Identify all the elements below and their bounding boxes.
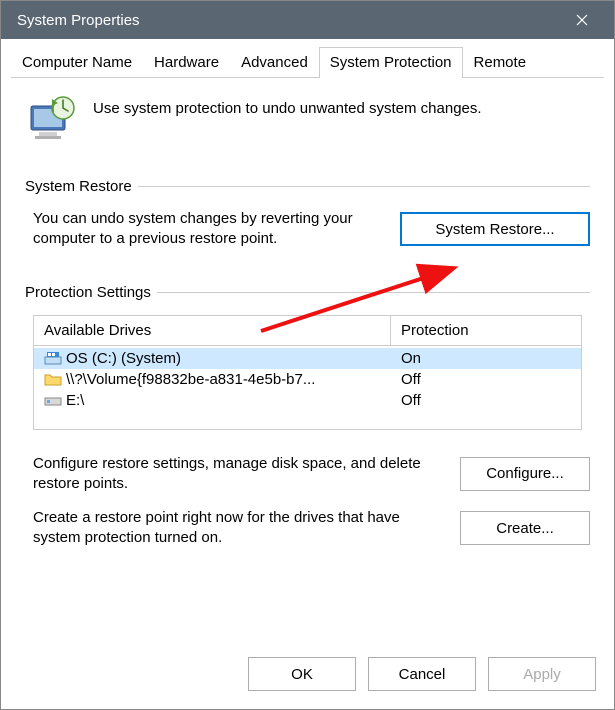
close-icon <box>576 14 588 26</box>
create-restore-point-button[interactable]: Create... <box>460 511 590 545</box>
drive-name: \\?\Volume{f98832be-a831-4e5b-b7... <box>66 371 315 388</box>
drive-name: OS (C:) (System) <box>66 350 181 367</box>
tab-hardware[interactable]: Hardware <box>143 47 230 77</box>
system-protection-icon <box>25 96 77 142</box>
cancel-button[interactable]: Cancel <box>368 657 476 691</box>
drives-table: Available Drives Protection OS (C:) (Sys… <box>33 315 582 430</box>
system-restore-group-label: System Restore <box>25 178 138 195</box>
drive-protection-status: Off <box>391 369 581 390</box>
column-header-drives[interactable]: Available Drives <box>34 316 391 345</box>
configure-desc: Configure restore settings, manage disk … <box>33 454 442 495</box>
drive-row[interactable]: E:\ Off <box>34 390 581 411</box>
close-button[interactable] <box>560 1 604 39</box>
create-restore-desc: Create a restore point right now for the… <box>33 508 442 549</box>
tab-strip: Computer Name Hardware Advanced System P… <box>11 47 604 78</box>
protection-settings-group-label: Protection Settings <box>25 284 157 301</box>
ok-button[interactable]: OK <box>248 657 356 691</box>
system-restore-button[interactable]: System Restore... <box>400 212 590 246</box>
protection-settings-group: Protection Settings Available Drives Pro… <box>25 284 590 549</box>
configure-button[interactable]: Configure... <box>460 457 590 491</box>
tab-remote[interactable]: Remote <box>463 47 538 77</box>
apply-button[interactable]: Apply <box>488 657 596 691</box>
system-restore-group: System Restore You can undo system chang… <box>25 178 590 250</box>
tab-system-protection[interactable]: System Protection <box>319 47 463 77</box>
os-drive-icon <box>44 351 62 365</box>
system-restore-desc: You can undo system changes by reverting… <box>33 209 382 250</box>
tab-advanced[interactable]: Advanced <box>230 47 319 77</box>
drive-protection-status: On <box>391 348 581 369</box>
tab-computer-name[interactable]: Computer Name <box>11 47 143 77</box>
drive-name: E:\ <box>66 392 84 409</box>
drive-row[interactable]: OS (C:) (System) On <box>34 348 581 369</box>
drive-protection-status: Off <box>391 390 581 411</box>
hdd-icon <box>44 393 62 407</box>
column-header-protection[interactable]: Protection <box>391 316 581 345</box>
drive-row[interactable]: \\?\Volume{f98832be-a831-4e5b-b7... Off <box>34 369 581 390</box>
folder-icon <box>44 372 62 386</box>
window-title: System Properties <box>17 12 560 29</box>
intro-text: Use system protection to undo unwanted s… <box>93 96 482 117</box>
